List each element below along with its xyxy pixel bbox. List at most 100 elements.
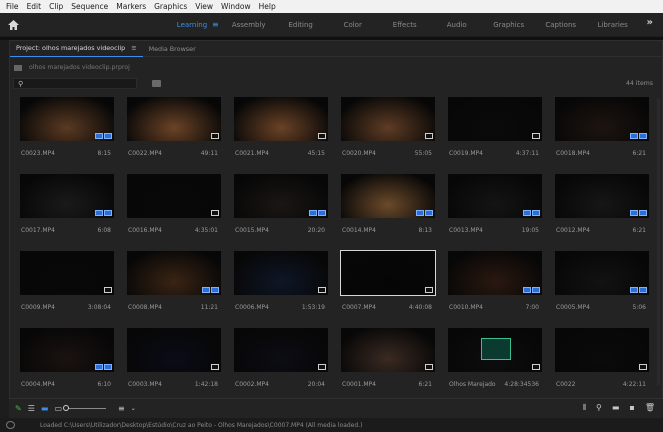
workspace-bar: Learning ≡ Assembly Editing Color Effects Audi… [0,13,663,36]
clip-thumbnail[interactable] [448,97,542,141]
menu-markers[interactable]: Markers [116,2,146,11]
clip-thumbnail[interactable] [555,251,649,295]
home-button[interactable] [0,13,26,36]
scrollbar[interactable] [657,99,660,385]
pencil-icon[interactable]: ✎ [15,404,22,413]
workspace-tab-color[interactable]: Color [327,21,379,29]
clip-item[interactable]: C0023.MP4 8:15 [20,97,114,169]
workspace-overflow-button[interactable]: » [647,17,653,28]
clip-item[interactable]: C0013.MP4 19:05 [448,174,542,246]
clip-item[interactable]: C0001.MP4 6:21 [341,328,435,393]
menu-window[interactable]: Window [221,2,251,11]
workspace-tab-captions[interactable]: Captions [535,21,587,29]
clip-name: C0008.MP4 [128,304,162,311]
clip-item[interactable]: C0009.MP4 3:08:04 [20,251,114,323]
clip-item[interactable]: C0017.MP4 6:08 [20,174,114,246]
automate-icon[interactable]: ⫴ [583,403,586,413]
clip-thumbnail[interactable] [234,97,328,141]
menu-edit[interactable]: Edit [27,2,42,11]
clip-item[interactable]: C0002.MP4 20:04 [234,328,328,393]
clip-thumbnail[interactable] [20,328,114,372]
freeform-view-icon[interactable]: ▭ [54,404,62,413]
menu-view[interactable]: View [195,2,213,11]
workspace-menu-icon[interactable]: ≡ [212,20,219,29]
clip-thumbnail[interactable] [341,328,435,372]
clip-item[interactable]: C0004.MP4 6:10 [20,328,114,393]
clip-item[interactable]: C0020.MP4 55:05 [341,97,435,169]
clip-thumbnail[interactable] [555,328,649,372]
sort-icon[interactable]: ≡ [118,404,125,413]
clip-item[interactable]: C0022.MP4 49:11 [127,97,221,169]
workspace-tab-libraries[interactable]: Libraries [587,21,639,29]
menu-graphics[interactable]: Graphics [154,2,187,11]
clip-thumbnail[interactable] [127,328,221,372]
list-view-icon[interactable]: ☰ [28,404,35,413]
tab-media-browser[interactable]: Media Browser [143,41,202,57]
clip-thumbnail[interactable] [127,251,221,295]
clip-item[interactable]: C0010.MP4 7:00 [448,251,542,323]
clip-thumbnail[interactable] [555,97,649,141]
clip-thumbnail[interactable] [127,174,221,218]
menu-sequence[interactable]: Sequence [71,2,108,11]
clip-item[interactable]: Olhos Marejado 4:28:34536 [448,328,542,393]
clip-thumbnail[interactable] [20,97,114,141]
clip-thumbnail[interactable] [341,97,435,141]
media-type-badge [639,364,647,370]
clip-thumbnail[interactable] [448,251,542,295]
search-input[interactable]: ⚲ [13,78,137,89]
clip-item[interactable]: C0019.MP4 4:37:11 [448,97,542,169]
workspace-tab-audio[interactable]: Audio [431,21,483,29]
clip-duration: 7:00 [525,304,539,311]
clip-thumbnail[interactable] [341,174,435,218]
clip-thumbnail[interactable] [20,174,114,218]
clip-item[interactable]: C0016.MP4 4:35:01 [127,174,221,246]
find-icon[interactable]: ⚲ [596,403,602,413]
clip-item[interactable]: C0015.MP4 20:20 [234,174,328,246]
clip-thumbnail[interactable] [234,251,328,295]
workspace-tab-assembly[interactable]: Assembly [223,21,275,29]
workspace-tab-editing[interactable]: Editing [275,21,327,29]
clip-duration: 4:40:08 [408,304,432,311]
zoom-slider[interactable] [63,405,106,411]
clip-item[interactable]: C0021.MP4 45:15 [234,97,328,169]
video-badge-icon [211,287,219,293]
clip-item[interactable]: C0006.MP4 1:53:19 [234,251,328,323]
clip-item[interactable]: C0005.MP4 5:06 [555,251,649,323]
clip-name: C0019.MP4 [449,150,483,157]
workspace-tab-learning[interactable]: Learning [166,21,218,29]
clip-thumbnail[interactable] [20,251,114,295]
audio-badge-icon [630,133,638,139]
clip-duration: 8:13 [418,227,432,234]
clip-item[interactable]: C0007.MP4 4:40:08 [340,250,436,323]
clip-duration: 4:37:11 [515,150,539,157]
clip-thumbnail[interactable] [448,328,542,372]
clip-thumbnail[interactable] [555,174,649,218]
clip-thumbnail[interactable] [234,328,328,372]
clip-duration: 4:22:11 [622,381,646,388]
clip-item[interactable]: C0014.MP4 8:13 [341,174,435,246]
clip-thumbnail[interactable] [448,174,542,218]
tab-project[interactable]: Project: olhos marejados videoclip ≡ [10,41,143,57]
clip-item[interactable]: C0003.MP4 1:42:18 [127,328,221,393]
clip-item[interactable]: C0008.MP4 11:21 [127,251,221,323]
new-item-icon[interactable]: ▪ [629,403,634,413]
clip-thumbnail[interactable] [234,174,328,218]
clip-item[interactable]: C0018.MP4 6:21 [555,97,649,169]
new-bin-icon[interactable] [152,80,161,87]
trash-icon[interactable]: 🗑 [645,403,655,413]
chevron-down-icon[interactable]: ⌄ [131,405,136,412]
clip-duration: 3:08:04 [87,304,111,311]
new-bin-button-icon[interactable]: ▬ [612,403,620,413]
workspace-tab-effects[interactable]: Effects [379,21,431,29]
clip-item[interactable]: C0022 4:22:11 [555,328,649,393]
clip-item[interactable]: C0012.MP4 6:21 [555,174,649,246]
menu-help[interactable]: Help [259,2,276,11]
menu-clip[interactable]: Clip [49,2,63,11]
zoom-slider-handle[interactable] [63,405,69,411]
menu-file[interactable]: File [6,2,19,11]
clip-thumbnail[interactable] [127,97,221,141]
workspace-tab-graphics[interactable]: Graphics [483,21,535,29]
clip-thumbnail[interactable] [340,250,436,296]
panel-menu-icon[interactable]: ≡ [131,44,136,52]
icon-view-icon[interactable]: ▬ [41,404,49,413]
